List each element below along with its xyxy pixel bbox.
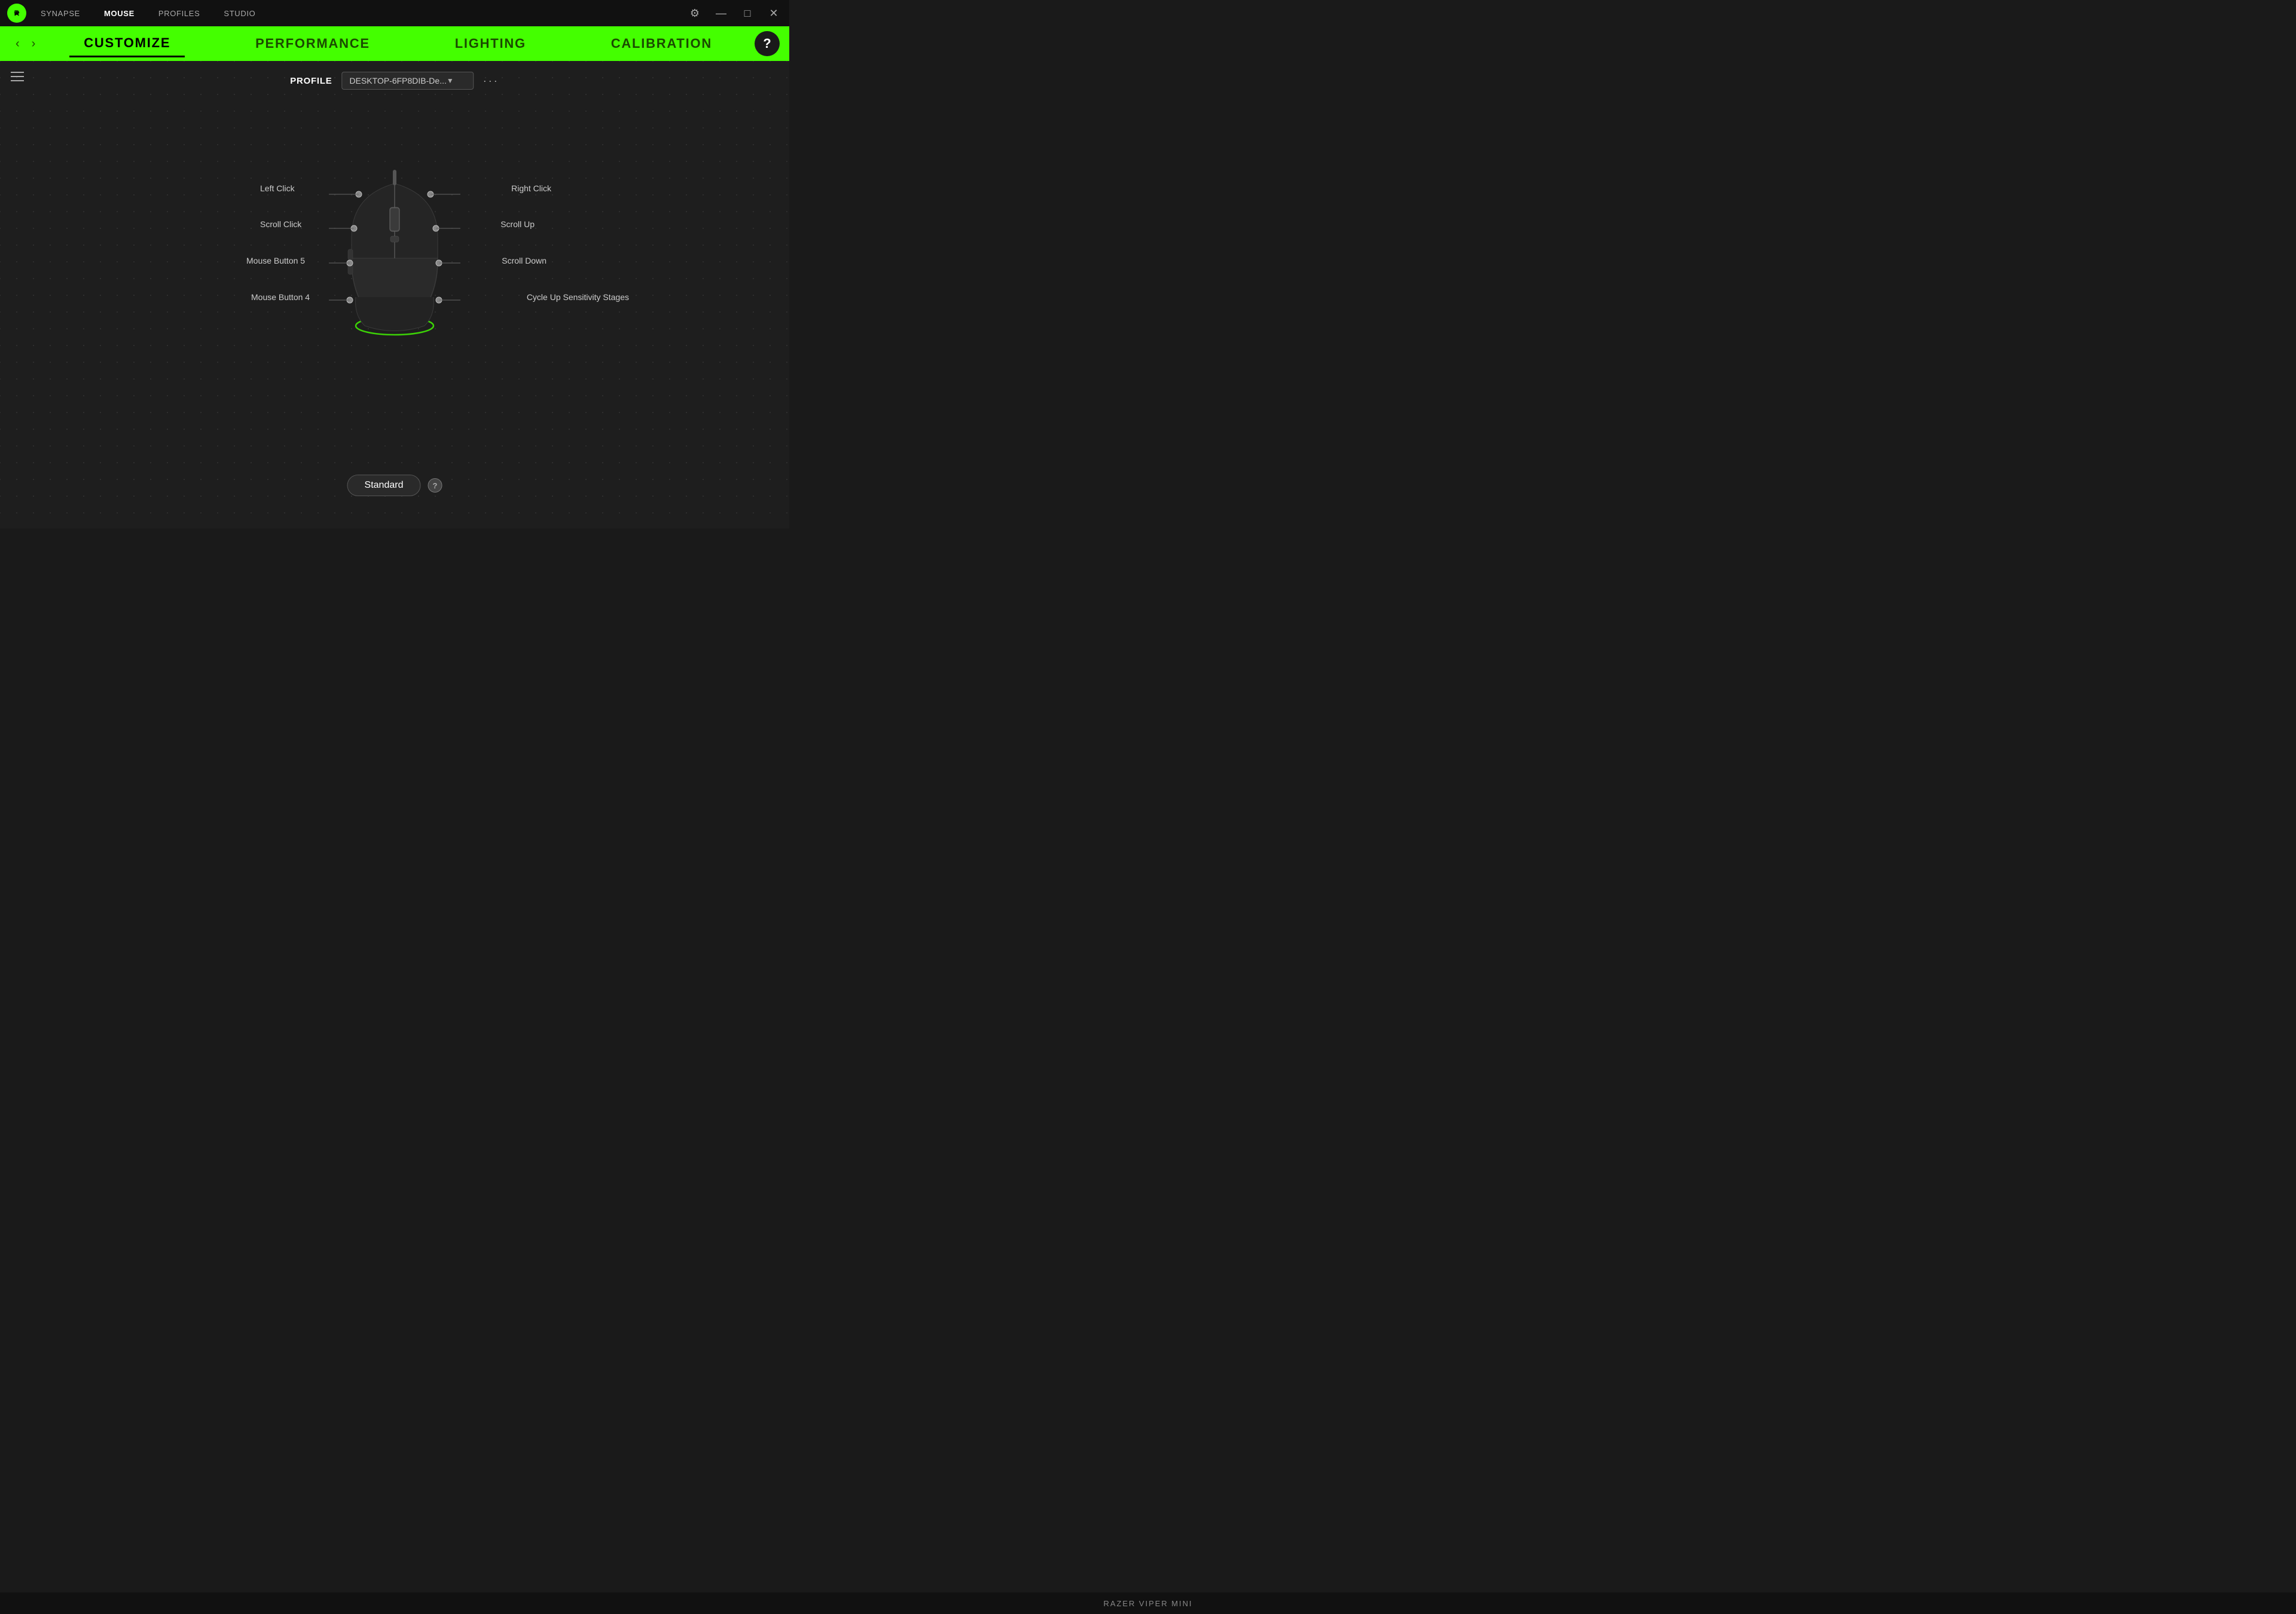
scroll-up-dot[interactable] [433, 225, 439, 231]
tab-bar: ‹ › CUSTOMIZE PERFORMANCE LIGHTING CALIB… [0, 26, 789, 61]
profile-label: PROFILE [290, 76, 332, 86]
right-click-dot[interactable] [428, 191, 433, 197]
nav-mouse[interactable]: MOUSE [99, 7, 139, 20]
hamburger-menu[interactable] [11, 72, 24, 81]
mouse-button-4-label[interactable]: Mouse Button 4 [251, 292, 310, 303]
left-click-label[interactable]: Left Click [260, 184, 295, 194]
hamburger-line-3 [11, 80, 24, 81]
svg-text:R: R [14, 9, 20, 17]
device-name: RAZER VIPER MINI [1104, 1599, 1193, 1608]
profile-more-options[interactable]: ··· [483, 75, 499, 87]
tab-lighting[interactable]: LIGHTING [441, 31, 541, 56]
close-button[interactable]: ✕ [765, 5, 782, 22]
tab-calibration[interactable]: CALIBRATION [597, 31, 726, 56]
mouse-body-group: ✦ [348, 172, 438, 335]
maximize-button[interactable]: □ [739, 5, 756, 22]
profile-selected-value: DESKTOP-6FP8DIB-De... [350, 76, 447, 85]
cycle-sensitivity-label[interactable]: Cycle Up Sensitivity Stages [527, 292, 629, 303]
title-bar: R SYNAPSE MOUSE PROFILES STUDIO ⚙ — □ ✕ [0, 0, 789, 26]
title-nav: SYNAPSE MOUSE PROFILES STUDIO [36, 7, 260, 20]
mouse-button-4-dot[interactable] [347, 297, 353, 303]
scroll-click-dot[interactable] [351, 225, 357, 231]
tab-items: CUSTOMIZE PERFORMANCE LIGHTING CALIBRATI… [41, 30, 755, 57]
tab-customize[interactable]: CUSTOMIZE [69, 30, 185, 57]
svg-text:✦: ✦ [389, 298, 400, 313]
settings-icon[interactable]: ⚙ [686, 5, 703, 22]
left-click-dot[interactable] [356, 191, 362, 197]
mode-button-row: Standard ? [347, 475, 442, 496]
tab-help-button[interactable]: ? [755, 31, 780, 56]
nav-synapse[interactable]: SYNAPSE [36, 7, 85, 20]
cycle-sensitivity-dot[interactable] [436, 297, 442, 303]
hamburger-line-1 [11, 72, 24, 73]
scroll-down-dot[interactable] [436, 260, 442, 266]
diagram-svg: ✦ [126, 109, 664, 408]
tab-performance[interactable]: PERFORMANCE [241, 31, 384, 56]
mouse-diagram: ✦ [126, 109, 664, 408]
standard-mode-button[interactable]: Standard [347, 475, 421, 496]
mouse-button-5-dot[interactable] [347, 260, 353, 266]
tab-back-button[interactable]: ‹ [10, 35, 26, 53]
hamburger-line-2 [11, 76, 24, 77]
main-content: PROFILE DESKTOP-6FP8DIB-De... ▼ ··· [0, 61, 789, 528]
nav-studio[interactable]: STUDIO [219, 7, 260, 20]
app-logo: R [7, 4, 26, 23]
profile-row: PROFILE DESKTOP-6FP8DIB-De... ▼ ··· [290, 72, 499, 90]
nav-profiles[interactable]: PROFILES [154, 7, 205, 20]
right-click-label[interactable]: Right Click [511, 184, 551, 194]
footer: RAZER VIPER MINI [0, 1592, 2296, 1614]
mode-help-button[interactable]: ? [428, 478, 442, 493]
window-controls: ⚙ — □ ✕ [686, 5, 782, 22]
profile-dropdown[interactable]: DESKTOP-6FP8DIB-De... ▼ [342, 72, 474, 90]
scroll-down-label[interactable]: Scroll Down [502, 256, 546, 267]
tab-forward-button[interactable]: › [26, 35, 42, 53]
dropdown-arrow-icon: ▼ [447, 77, 454, 85]
minimize-button[interactable]: — [713, 5, 729, 22]
scroll-up-label[interactable]: Scroll Up [500, 219, 535, 230]
scroll-click-label[interactable]: Scroll Click [260, 219, 301, 230]
mouse-button-5-label[interactable]: Mouse Button 5 [246, 256, 305, 267]
